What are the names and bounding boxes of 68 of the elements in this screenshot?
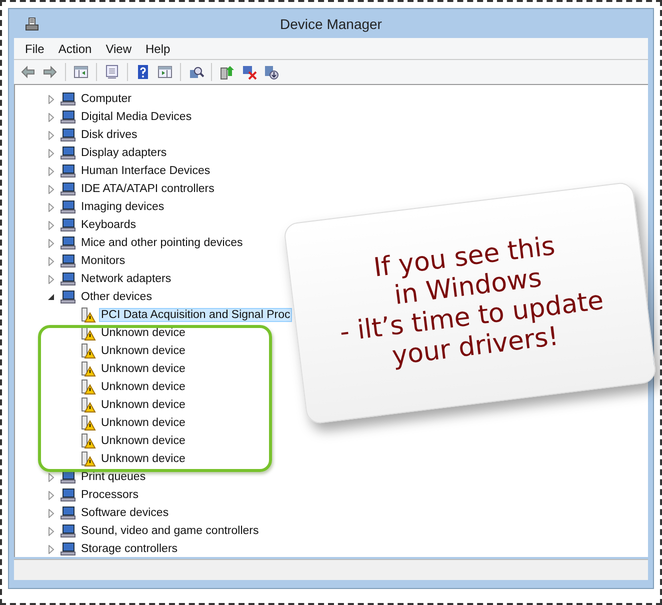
tree-item[interactable]: Mice and other pointing devices — [79, 236, 245, 250]
disable-icon[interactable] — [263, 64, 279, 80]
tree-item[interactable]: Human Interface Devices — [79, 164, 212, 178]
window-title: Device Manager — [280, 16, 382, 32]
warning-device-icon — [80, 379, 96, 395]
tree-item[interactable]: Unknown device — [99, 398, 188, 412]
forward-icon[interactable] — [42, 64, 58, 80]
device-icon — [60, 487, 76, 503]
device-icon — [60, 91, 76, 107]
tree-item[interactable]: Network adapters — [79, 272, 174, 286]
uninstall-icon[interactable] — [241, 64, 257, 80]
app-icon — [24, 16, 40, 32]
tree-item[interactable]: Unknown device — [99, 380, 188, 394]
warning-device-icon — [80, 307, 96, 323]
tree-item[interactable]: PCI Data Acquisition and Signal Proc — [99, 308, 292, 322]
menu-item[interactable]: View — [98, 42, 138, 56]
device-icon — [60, 127, 76, 143]
tree-item[interactable]: Disk drives — [79, 128, 140, 142]
warning-device-icon — [80, 433, 96, 449]
tree-item[interactable]: Digital Media Devices — [79, 110, 194, 124]
warning-device-icon — [80, 361, 96, 377]
tree-item[interactable]: Keyboards — [79, 218, 138, 232]
tree-item[interactable]: Monitors — [79, 254, 128, 268]
device-icon — [60, 199, 76, 215]
tree-item[interactable]: Unknown device — [99, 362, 188, 376]
tree-item[interactable]: Computer — [79, 92, 134, 106]
device-icon — [60, 217, 76, 233]
tree-item[interactable]: Unknown device — [99, 434, 188, 448]
help-icon[interactable] — [135, 64, 151, 80]
device-icon — [60, 109, 76, 125]
device-icon — [60, 289, 76, 305]
tree-item[interactable]: Sound, video and game controllers — [79, 524, 261, 538]
device-icon — [60, 253, 76, 269]
tree-item[interactable]: Processors — [79, 488, 141, 502]
warning-device-icon — [80, 343, 96, 359]
device-icon — [60, 271, 76, 287]
tree-item[interactable]: Imaging devices — [79, 200, 166, 214]
warning-device-icon — [80, 397, 96, 413]
properties-icon[interactable] — [104, 64, 120, 80]
menu-item[interactable]: File — [18, 42, 52, 56]
device-icon — [60, 163, 76, 179]
tree-item[interactable]: Unknown device — [99, 452, 188, 466]
back-icon[interactable] — [20, 64, 36, 80]
tree-item[interactable]: Unknown device — [99, 344, 188, 358]
device-icon — [60, 181, 76, 197]
device-icon — [60, 469, 76, 485]
device-icon — [60, 235, 76, 251]
scan-icon[interactable] — [188, 64, 204, 80]
update-driver-icon[interactable] — [219, 64, 235, 80]
menu-item[interactable]: Action — [51, 42, 99, 56]
warning-device-icon — [80, 415, 96, 431]
callout-text: If you see this in Windows - ilt’s time to update your drivers! — [337, 230, 606, 374]
device-icon — [60, 505, 76, 521]
warning-device-icon — [80, 451, 96, 467]
device-icon — [60, 541, 76, 557]
device-icon — [60, 145, 76, 161]
tree-item[interactable]: Unknown device — [99, 326, 188, 340]
tree-item[interactable]: Unknown device — [99, 416, 188, 430]
device-icon — [60, 523, 76, 539]
tree-item[interactable]: Other devices — [79, 290, 154, 304]
tree-item[interactable]: Software devices — [79, 506, 171, 520]
tree-item[interactable]: Display adapters — [79, 146, 169, 160]
tree-item[interactable]: IDE ATA/ATAPI controllers — [79, 182, 216, 196]
tree-item[interactable]: Storage controllers — [79, 542, 180, 556]
tree-item[interactable]: Print queues — [79, 470, 148, 484]
menu-item[interactable]: Help — [138, 42, 178, 56]
console-tree-icon[interactable] — [73, 64, 89, 80]
action-pane-icon[interactable] — [157, 64, 173, 80]
